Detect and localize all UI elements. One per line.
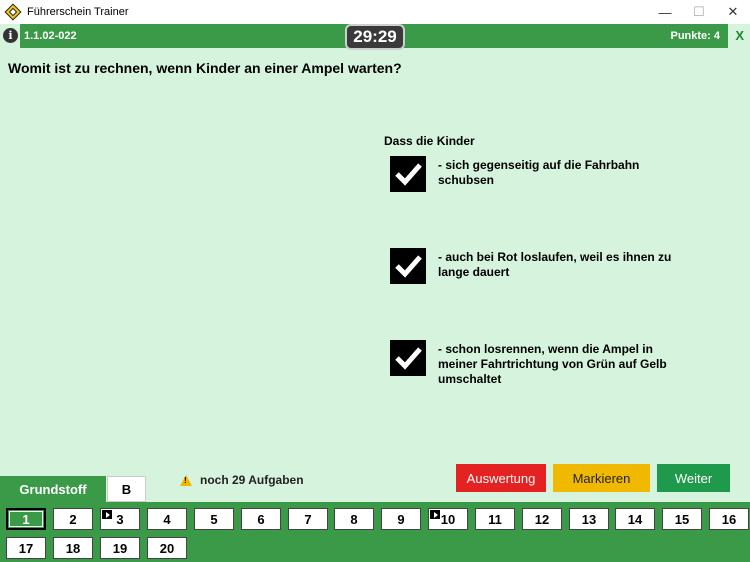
question-nav-1[interactable]: 1 bbox=[6, 508, 46, 530]
warning-icon bbox=[180, 474, 192, 486]
answer-checkbox-3[interactable] bbox=[390, 340, 426, 376]
window-controls: — ☐ ✕ bbox=[648, 0, 750, 24]
answer-text-1: - sich gegenseitig auf die Fahrbahn schu… bbox=[438, 158, 640, 187]
window-titlebar: Führerschein Trainer — ☐ ✕ bbox=[0, 0, 750, 24]
question-header: i 1.1.02-022 29:29 Punkte: 4 X bbox=[0, 24, 750, 50]
question-nav-12[interactable]: 12 bbox=[522, 508, 562, 530]
question-nav-20[interactable]: 20 bbox=[147, 537, 187, 559]
info-icon[interactable]: i bbox=[3, 28, 18, 43]
question-nav-15[interactable]: 15 bbox=[662, 508, 702, 530]
question-nav-14[interactable]: 14 bbox=[615, 508, 655, 530]
remaining-status: noch 29 Aufgaben bbox=[180, 473, 304, 487]
answer-option-3[interactable]: - schon losrennen, wenn die Ampel in mei… bbox=[390, 340, 700, 387]
question-id: 1.1.02-022 bbox=[24, 30, 77, 42]
weiter-button[interactable]: Weiter bbox=[657, 464, 730, 492]
question-nav-16[interactable]: 16 bbox=[709, 508, 749, 530]
question-nav-17[interactable]: 17 bbox=[6, 537, 46, 559]
countdown-timer: 29:29 bbox=[345, 24, 405, 50]
maximize-button[interactable]: ☐ bbox=[682, 0, 716, 24]
answer-option-1[interactable]: - sich gegenseitig auf die Fahrbahn schu… bbox=[390, 156, 700, 192]
question-nav-18[interactable]: 18 bbox=[53, 537, 93, 559]
question-nav-3[interactable]: 3 bbox=[100, 508, 140, 530]
checkmark-icon bbox=[395, 347, 422, 370]
question-nav-9[interactable]: 9 bbox=[381, 508, 421, 530]
question-nav-5[interactable]: 5 bbox=[194, 508, 234, 530]
question-stem: Dass die Kinder bbox=[384, 134, 475, 148]
question-nav-6[interactable]: 6 bbox=[241, 508, 281, 530]
tab-b[interactable]: B bbox=[107, 476, 146, 502]
question-nav-7[interactable]: 7 bbox=[288, 508, 328, 530]
checkmark-icon bbox=[395, 163, 422, 186]
remaining-count: noch 29 Aufgaben bbox=[200, 473, 304, 487]
answer-checkbox-2[interactable] bbox=[390, 248, 426, 284]
question-nav-10[interactable]: 10 bbox=[428, 508, 468, 530]
answer-text-2: - auch bei Rot loslaufen, weil es ihnen … bbox=[438, 250, 672, 279]
marked-flag-icon bbox=[430, 510, 440, 519]
app-logo-icon bbox=[4, 3, 22, 21]
question-nav-13[interactable]: 13 bbox=[569, 508, 609, 530]
points-display: Punkte: 4 bbox=[670, 30, 720, 42]
auswertung-button[interactable]: Auswertung bbox=[456, 464, 546, 492]
answer-option-2[interactable]: - auch bei Rot loslaufen, weil es ihnen … bbox=[390, 248, 700, 284]
question-nav-11[interactable]: 11 bbox=[475, 508, 515, 530]
marked-flag-icon bbox=[102, 510, 112, 519]
question-nav-19[interactable]: 19 bbox=[100, 537, 140, 559]
question-navigation: 1 2 3 4 5 6 7 8 9 10 11 12 13 14 15 16 1… bbox=[0, 502, 750, 562]
question-nav-8[interactable]: 8 bbox=[334, 508, 374, 530]
tab-grundstoff[interactable]: Grundstoff bbox=[0, 476, 106, 502]
window-close-button[interactable]: ✕ bbox=[716, 0, 750, 24]
checkmark-icon bbox=[395, 255, 422, 278]
window-title: Führerschein Trainer bbox=[27, 6, 129, 18]
markieren-button[interactable]: Markieren bbox=[553, 464, 650, 492]
question-nav-4[interactable]: 4 bbox=[147, 508, 187, 530]
question-text: Womit ist zu rechnen, wenn Kinder an ein… bbox=[8, 60, 402, 76]
minimize-button[interactable]: — bbox=[648, 0, 682, 24]
exit-test-button[interactable]: X bbox=[735, 28, 744, 43]
answer-checkbox-1[interactable] bbox=[390, 156, 426, 192]
question-nav-2[interactable]: 2 bbox=[53, 508, 93, 530]
answer-text-3: - schon losrennen, wenn die Ampel in mei… bbox=[438, 342, 667, 386]
